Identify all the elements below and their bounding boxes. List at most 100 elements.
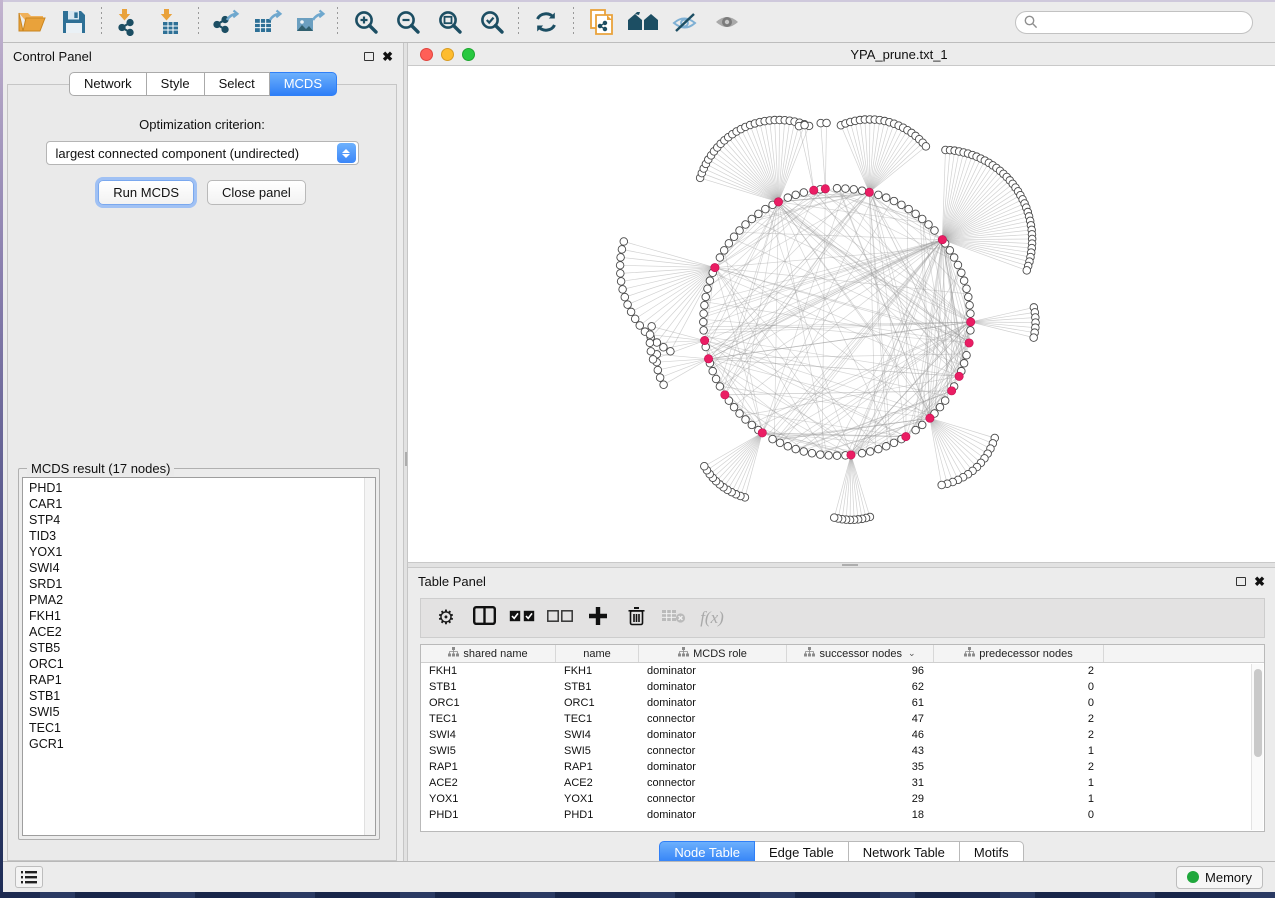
table-cell: TEC1 — [421, 711, 556, 727]
mcds-result-item[interactable]: GCR1 — [29, 736, 375, 752]
column-header-predecessor-nodes[interactable]: predecessor nodes — [934, 645, 1104, 662]
export-image-button[interactable] — [289, 5, 331, 39]
zoom-selected-button[interactable] — [470, 5, 512, 39]
mcds-result-item[interactable]: PMA2 — [29, 592, 375, 608]
mcds-tab-content: Optimization criterion: largest connecte… — [7, 84, 397, 861]
mcds-result-item[interactable]: TEC1 — [29, 720, 375, 736]
table-cell: ORC1 — [421, 695, 556, 711]
column-header-MCDS-role[interactable]: MCDS role — [639, 645, 787, 662]
deselect-all-button[interactable] — [543, 602, 577, 634]
node-attribute-icon — [964, 647, 975, 660]
close-panel-icon[interactable]: ✖ — [382, 50, 393, 63]
mcds-result-item[interactable]: PHD1 — [29, 480, 375, 496]
mcds-result-item[interactable]: STP4 — [29, 512, 375, 528]
close-panel-button[interactable]: Close panel — [207, 180, 306, 205]
split-view-button[interactable] — [467, 602, 501, 634]
table-cell: 0 — [934, 695, 1104, 711]
search-box[interactable] — [1015, 11, 1253, 34]
mcds-result-item[interactable]: CAR1 — [29, 496, 375, 512]
table-row[interactable]: SWI4SWI4dominator462 — [421, 727, 1264, 743]
table-row[interactable]: SWI5SWI5connector431 — [421, 743, 1264, 759]
table-cell: dominator — [639, 759, 787, 775]
first-neighbors-button[interactable] — [622, 5, 664, 39]
criterion-select[interactable]: largest connected component (undirected) — [46, 141, 359, 165]
tab-style[interactable]: Style — [147, 72, 205, 96]
settings-button[interactable]: ⚙ — [429, 602, 463, 634]
table-cell: 29 — [787, 791, 934, 807]
column-header-successor-nodes[interactable]: successor nodes⌄ — [787, 645, 934, 662]
float-table-panel-icon[interactable] — [1236, 577, 1246, 586]
mcds-result-title: MCDS result (17 nodes) — [27, 461, 174, 476]
add-column-icon — [589, 607, 607, 630]
table-row[interactable]: FKH1FKH1dominator962 — [421, 663, 1264, 679]
zoom-out-button[interactable] — [386, 5, 428, 39]
table-cell: dominator — [639, 663, 787, 679]
network-canvas[interactable] — [408, 66, 1275, 562]
search-input[interactable] — [1043, 15, 1244, 29]
table-row[interactable]: ORC1ORC1dominator610 — [421, 695, 1264, 711]
table-cell: dominator — [639, 679, 787, 695]
table-row[interactable]: PHD1PHD1dominator180 — [421, 807, 1264, 823]
tab-select[interactable]: Select — [205, 72, 270, 96]
run-mcds-button[interactable]: Run MCDS — [98, 180, 194, 205]
delete-column-button[interactable] — [619, 602, 653, 634]
task-history-button[interactable] — [15, 866, 43, 888]
mcds-result-item[interactable]: RAP1 — [29, 672, 375, 688]
control-panel-titlebar: Control Panel ✖ — [3, 43, 403, 69]
add-column-button[interactable] — [581, 602, 615, 634]
hide-selected-button[interactable] — [664, 5, 706, 39]
table-row[interactable]: STB1STB1dominator620 — [421, 679, 1264, 695]
main-toolbar — [3, 2, 1275, 43]
save-button[interactable] — [53, 5, 95, 39]
zoom-in-button[interactable] — [344, 5, 386, 39]
memory-button[interactable]: Memory — [1176, 866, 1263, 889]
toolbar-separator — [518, 7, 519, 37]
mcds-list-scrollbar[interactable] — [364, 478, 375, 835]
refresh-button[interactable] — [525, 5, 567, 39]
node-table-header: shared namenameMCDS rolesuccessor nodes⌄… — [421, 645, 1264, 663]
export-table-button[interactable] — [247, 5, 289, 39]
export-network-button[interactable] — [205, 5, 247, 39]
mcds-result-item[interactable]: ORC1 — [29, 656, 375, 672]
mcds-result-item[interactable]: SRD1 — [29, 576, 375, 592]
column-header-shared-name[interactable]: shared name — [421, 645, 556, 662]
mcds-result-item[interactable]: YOX1 — [29, 544, 375, 560]
zoom-fit-button[interactable] — [428, 5, 470, 39]
import-table-button[interactable] — [150, 5, 192, 39]
table-cell: connector — [639, 791, 787, 807]
float-panel-icon[interactable] — [364, 52, 374, 61]
table-row[interactable]: RAP1RAP1dominator352 — [421, 759, 1264, 775]
import-network-button[interactable] — [108, 5, 150, 39]
control-panel-title: Control Panel — [13, 49, 92, 64]
table-scrollbar-thumb[interactable] — [1254, 669, 1262, 757]
table-cell: STB1 — [556, 679, 639, 695]
mcds-result-item[interactable]: STB1 — [29, 688, 375, 704]
mcds-result-item[interactable]: SWI4 — [29, 560, 375, 576]
mcds-result-item[interactable]: TID3 — [29, 528, 375, 544]
mcds-result-item[interactable]: SWI5 — [29, 704, 375, 720]
tab-mcds[interactable]: MCDS — [270, 72, 337, 96]
open-button[interactable] — [11, 5, 53, 39]
show-all-button[interactable] — [706, 5, 748, 39]
export-image-icon — [294, 8, 326, 36]
tab-network[interactable]: Network — [69, 72, 147, 96]
table-cell: FKH1 — [556, 663, 639, 679]
table-row[interactable]: YOX1YOX1connector291 — [421, 791, 1264, 807]
toolbar-separator — [101, 7, 102, 37]
toolbar-separator — [337, 7, 338, 37]
memory-label: Memory — [1205, 870, 1252, 885]
close-table-panel-icon[interactable]: ✖ — [1254, 575, 1265, 588]
table-cell: 61 — [787, 695, 934, 711]
mcds-result-item[interactable]: ACE2 — [29, 624, 375, 640]
select-all-button[interactable] — [505, 602, 539, 634]
refresh-icon — [532, 9, 560, 35]
column-header-name[interactable]: name — [556, 645, 639, 662]
table-scrollbar[interactable] — [1251, 664, 1263, 830]
horizontal-splitter[interactable] — [408, 562, 1275, 568]
mcds-result-item[interactable]: STB5 — [29, 640, 375, 656]
mcds-result-item[interactable]: FKH1 — [29, 608, 375, 624]
table-row[interactable]: TEC1TEC1connector472 — [421, 711, 1264, 727]
table-cell: YOX1 — [421, 791, 556, 807]
table-row[interactable]: ACE2ACE2connector311 — [421, 775, 1264, 791]
duplicate-network-button[interactable] — [580, 5, 622, 39]
